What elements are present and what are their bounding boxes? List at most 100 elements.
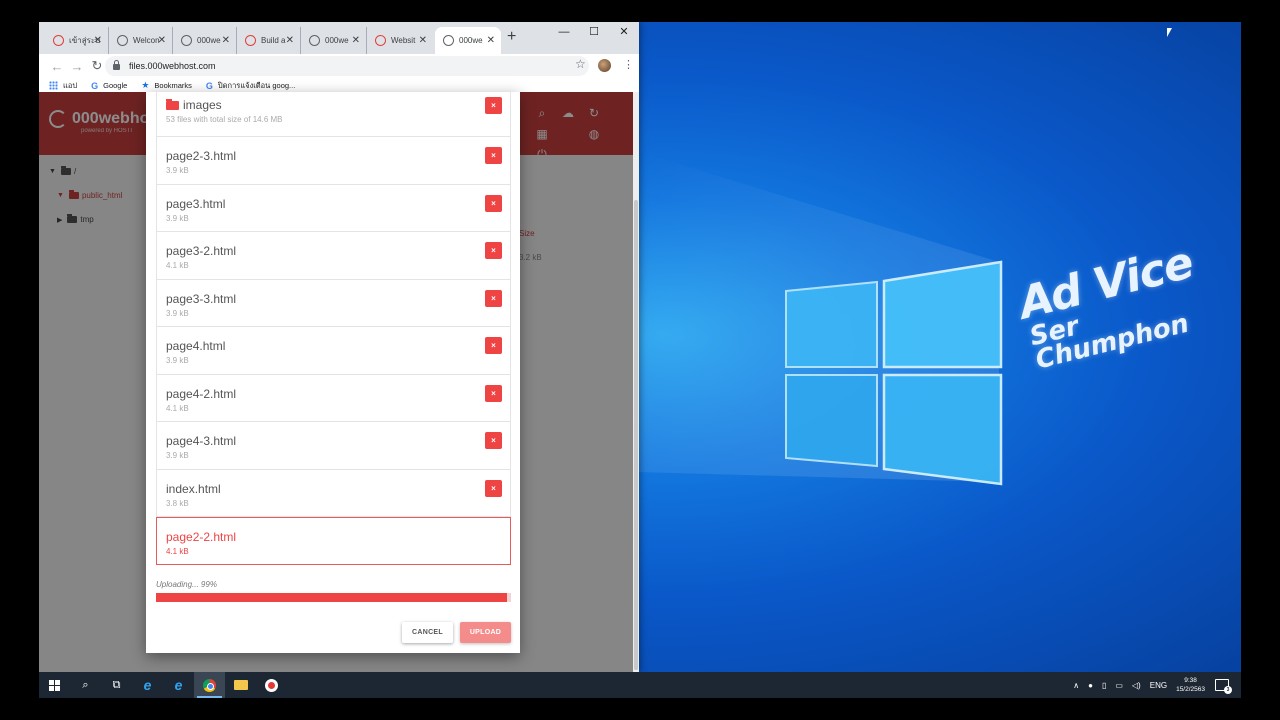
task-view-icon: ⧉: [112, 678, 121, 691]
file-size: 3.9 kB: [166, 356, 189, 365]
tab-7-active[interactable]: 000we ✕: [435, 27, 501, 54]
file-name-text: page3-3.html: [166, 291, 237, 306]
clock[interactable]: 9:38 15/2/2563: [1176, 676, 1205, 694]
remove-file-button[interactable]: ×: [485, 147, 502, 164]
close-icon[interactable]: ✕: [286, 35, 294, 46]
globe-icon: [309, 35, 320, 46]
back-icon[interactable]: ←: [47, 59, 67, 74]
language-indicator[interactable]: ENG: [1150, 681, 1167, 690]
maximize-icon[interactable]: ☐: [579, 22, 609, 42]
volume-icon[interactable]: ◁): [1132, 681, 1141, 690]
chrome-button[interactable]: [194, 672, 225, 698]
tab-label: Build a: [261, 36, 286, 45]
minimize-icon[interactable]: —: [549, 22, 579, 42]
upload-file-row: page4.html 3.9 kB ×: [156, 327, 511, 375]
forward-icon[interactable]: →: [67, 59, 87, 74]
edge-icon: e: [143, 677, 152, 693]
file-name: page3-2.html: [166, 244, 510, 258]
file-explorer-button[interactable]: [225, 672, 256, 698]
microphone-icon[interactable]: ●: [1088, 681, 1093, 690]
toolbar: ← → ↻ files.000webhost.com ☆ ⋮: [39, 54, 639, 78]
tab-label: Welcon: [133, 36, 160, 45]
recorder-button[interactable]: [256, 672, 287, 698]
globe-icon: [181, 35, 192, 46]
remove-file-button[interactable]: ×: [485, 432, 502, 449]
tab-5[interactable]: 000we ✕: [301, 27, 367, 54]
file-size: 3.9 kB: [166, 308, 189, 318]
clock-time: 9:38: [1184, 677, 1197, 684]
remove-file-button[interactable]: ×: [485, 479, 502, 497]
google-icon: G: [205, 80, 213, 91]
upload-button[interactable]: UPLOAD: [460, 622, 511, 643]
file-name-text: index.html: [166, 481, 221, 496]
start-button[interactable]: [39, 672, 70, 698]
close-icon[interactable]: ✕: [352, 35, 360, 46]
scrollbar-thumb[interactable]: [634, 200, 638, 670]
address-bar[interactable]: files.000webhost.com: [105, 56, 589, 76]
webhost-red-icon: [245, 35, 256, 46]
file-size: 3.9 kB: [166, 213, 189, 223]
file-name-text: page4.html: [166, 339, 226, 353]
notification-center-icon[interactable]: 3: [1215, 679, 1232, 694]
page-scrollbar[interactable]: [633, 92, 639, 672]
upload-file-row: page2-2.html 4.1 kB: [156, 517, 511, 565]
remove-file-button[interactable]: ×: [485, 97, 502, 114]
file-name: page3-3.html: [166, 292, 510, 306]
close-icon[interactable]: ✕: [158, 35, 166, 46]
file-name-text: page3.html: [166, 196, 226, 211]
tab-2[interactable]: Welcon ✕: [109, 27, 173, 54]
close-icon[interactable]: ✕: [419, 35, 427, 46]
edge-button[interactable]: e: [132, 672, 163, 698]
tab-3[interactable]: 000we ✕: [173, 27, 237, 54]
taskbar: ⌕ ⧉ e e ∧ ● ▯ ▭ ◁) ENG 9:38 15/2/2563 3: [39, 672, 1241, 698]
bookmark-notifications[interactable]: G ปิดการแจ้งเตือน goog...: [206, 80, 295, 92]
profile-avatar[interactable]: [598, 59, 611, 72]
system-tray: ∧ ● ▯ ▭ ◁) ENG 9:38 15/2/2563 3: [1073, 672, 1241, 698]
tab-label: 000we: [325, 36, 349, 45]
webhost-red-icon: [375, 35, 386, 46]
upload-file-row: page3-2.html 4.1 kB ×: [156, 232, 511, 280]
webhost-red-icon: [53, 35, 64, 46]
reload-icon[interactable]: ↻: [87, 58, 107, 74]
bookmark-label: ปิดการแจ้งเตือน goog...: [217, 80, 296, 90]
task-view-button[interactable]: ⧉: [101, 672, 132, 698]
google-icon: G: [91, 80, 99, 91]
file-name-text: page2-3.html: [166, 149, 237, 163]
remove-file-button[interactable]: ×: [485, 194, 502, 212]
remove-file-button[interactable]: ×: [485, 384, 502, 402]
upload-file-row: page3.html 3.9 kB ×: [156, 184, 511, 232]
remove-file-button[interactable]: ×: [485, 289, 502, 307]
network-icon[interactable]: ▭: [1115, 681, 1123, 690]
remove-file-button[interactable]: ×: [485, 337, 502, 354]
cancel-button[interactable]: CANCEL: [402, 622, 453, 643]
remove-file-button[interactable]: ×: [485, 242, 502, 259]
close-icon[interactable]: ✕: [487, 35, 495, 46]
window-controls: — ☐ ✕: [549, 22, 639, 42]
tab-1[interactable]: เข้าสู่ระบ ✕: [45, 27, 109, 54]
file-name: page2-2.html: [166, 530, 510, 544]
close-icon[interactable]: ✕: [94, 35, 102, 46]
screen: Ad Vice Ser Chumphon เข้าสู่ระบ ✕ Welcon ✕…: [39, 22, 1241, 698]
bookmark-bookmarks[interactable]: ★ Bookmarks: [141, 80, 192, 91]
search-button[interactable]: ⌕: [70, 672, 101, 698]
file-size: 4.1 kB: [166, 261, 189, 270]
file-name-text: page4-2.html: [166, 386, 237, 401]
bookmark-apps[interactable]: แอป: [49, 80, 77, 92]
tab-label: Websit: [391, 36, 416, 45]
close-icon[interactable]: ✕: [222, 35, 230, 46]
bookmark-star-icon[interactable]: ☆: [575, 57, 586, 71]
globe-icon: [443, 35, 454, 46]
file-size: 53 files with total size of 14.6 MB: [166, 115, 283, 124]
record-icon: [265, 678, 278, 692]
chevron-up-icon[interactable]: ∧: [1073, 681, 1079, 690]
ie-button[interactable]: e: [163, 672, 194, 698]
close-window-icon[interactable]: ✕: [609, 22, 639, 42]
tab-4[interactable]: Build a ✕: [237, 27, 301, 54]
bookmark-google[interactable]: G Google: [91, 81, 127, 91]
file-name: page2-3.html: [166, 149, 510, 163]
globe-icon: [117, 35, 128, 46]
menu-kebab-icon[interactable]: ⋮: [623, 58, 634, 71]
tab-6[interactable]: Websit ✕: [367, 27, 433, 54]
battery-icon[interactable]: ▯: [1102, 681, 1106, 690]
new-tab-button[interactable]: +: [507, 28, 516, 46]
